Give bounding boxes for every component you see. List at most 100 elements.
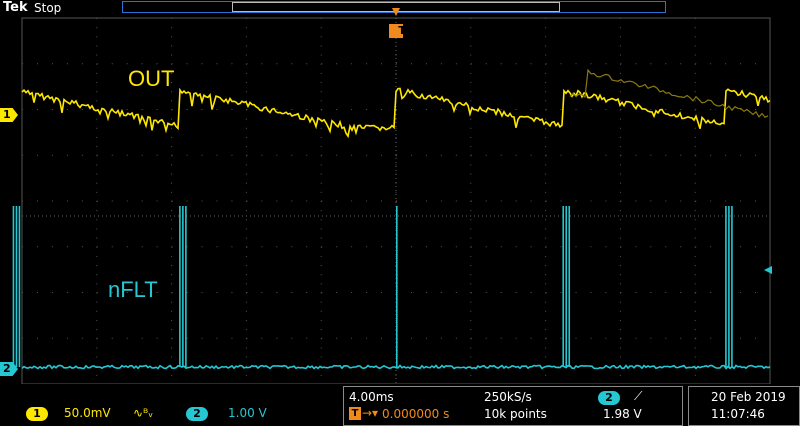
grid-dot	[560, 109, 562, 110]
grid-dot	[545, 154, 547, 156]
grid-dot	[201, 109, 203, 110]
grid-dot	[755, 337, 757, 339]
grid-dot	[51, 109, 53, 110]
grid-dot	[245, 255, 247, 257]
grid-dot	[650, 200, 652, 202]
grid-dot	[96, 265, 98, 267]
grid-dot	[605, 246, 607, 248]
grid-dot	[575, 154, 577, 156]
grid-dot	[141, 154, 143, 156]
grid-dot	[694, 91, 696, 93]
grid-dot	[410, 109, 412, 110]
grid-dot	[545, 100, 547, 102]
grid-dot	[96, 319, 98, 321]
grid-dot	[665, 109, 667, 110]
grid-dot	[530, 154, 532, 156]
grid-dot	[650, 246, 652, 248]
grid-dot	[216, 63, 218, 65]
grid-dot	[186, 246, 188, 248]
grid-dot	[51, 246, 53, 248]
grid-dot	[694, 36, 696, 38]
grid-dot	[96, 356, 98, 358]
grid-dot	[156, 154, 158, 156]
grid-dot	[665, 154, 667, 156]
grid-dot	[96, 27, 98, 29]
grid-dot	[694, 228, 696, 230]
grid-dot	[545, 237, 547, 239]
grid-dot	[619, 228, 621, 230]
grid-dot	[231, 246, 233, 248]
ch1-label: OUT	[128, 66, 175, 91]
grid-dot	[470, 337, 472, 339]
trigger-level-arrow-icon[interactable]	[764, 266, 772, 274]
grid-dot	[619, 255, 621, 257]
grid-dot	[171, 182, 173, 184]
grid-dot	[22, 200, 23, 202]
grid-dot	[216, 154, 218, 156]
grid-dot	[245, 301, 247, 303]
grid-dot	[156, 109, 158, 110]
grid-dot	[545, 347, 547, 349]
grid-dot	[320, 100, 322, 102]
grid-dot	[96, 228, 98, 230]
grid-dot	[694, 127, 696, 129]
grid-dot	[36, 246, 38, 248]
grid-dot	[51, 200, 53, 202]
ch2-pulse	[179, 206, 181, 367]
grid-dot	[245, 210, 247, 212]
grid-dot	[545, 219, 547, 221]
grid-dot	[619, 100, 621, 102]
grid-dot	[246, 154, 248, 156]
grid-dot	[231, 154, 233, 156]
grid-dot	[455, 109, 457, 110]
datetime-readout[interactable]: 20 Feb 2019 11:07:46	[688, 386, 800, 426]
grid-dot	[619, 329, 621, 331]
grid-dot	[111, 337, 113, 339]
grid-dot	[96, 274, 98, 276]
grid-dot	[619, 91, 621, 93]
ch1-persistence-trace	[569, 68, 769, 119]
sample-rate: 250kS/s	[484, 390, 532, 404]
grid-dot	[245, 356, 247, 358]
grid-dot	[320, 283, 322, 285]
grid-dot	[515, 109, 517, 110]
grid-dot	[619, 191, 621, 193]
horizontal-trigger-readout[interactable]: 4.00ms 250kS/s T →▾ 0.000000 s 10k point…	[343, 386, 683, 426]
grid-dot	[545, 146, 547, 148]
grid-dot	[635, 246, 637, 248]
grid-dot	[306, 154, 308, 156]
grid-dot	[530, 292, 532, 293]
trigger-source-badge: 2	[598, 391, 620, 405]
grid-dot	[96, 310, 98, 312]
grid-dot	[470, 54, 472, 56]
grid-dot	[171, 146, 173, 148]
grid-dot	[470, 118, 472, 120]
grid-dot	[470, 219, 472, 221]
grid-dot	[96, 219, 98, 221]
grid-dot	[470, 319, 472, 321]
grid-dot	[366, 337, 368, 339]
grid-dot	[245, 283, 247, 285]
grid-dot	[545, 246, 547, 248]
grid-dot	[485, 246, 487, 248]
ch2-label: nFLT	[108, 277, 158, 302]
grid-dot	[171, 356, 173, 358]
grid-dot	[619, 136, 621, 138]
grid-dot	[22, 63, 23, 65]
grid-dot	[216, 200, 218, 202]
grid-dot	[320, 45, 322, 47]
grid-dot	[694, 265, 696, 267]
grid-dot	[619, 146, 621, 148]
grid-dot	[694, 191, 696, 193]
grid-dot	[96, 337, 98, 339]
grid-dot	[470, 136, 472, 138]
channel-readout[interactable]: 1 50.0mV ∿ᴮᵥ 2 1.00 V	[20, 403, 338, 426]
grid-dot	[470, 347, 472, 349]
grid-dot	[171, 274, 173, 276]
grid-dot	[245, 127, 247, 129]
grid-dot	[96, 374, 98, 376]
grid-dot	[605, 200, 607, 202]
grid-dot	[126, 246, 128, 248]
grid-dot	[500, 109, 502, 110]
trigger-t-icon: T	[349, 407, 361, 420]
